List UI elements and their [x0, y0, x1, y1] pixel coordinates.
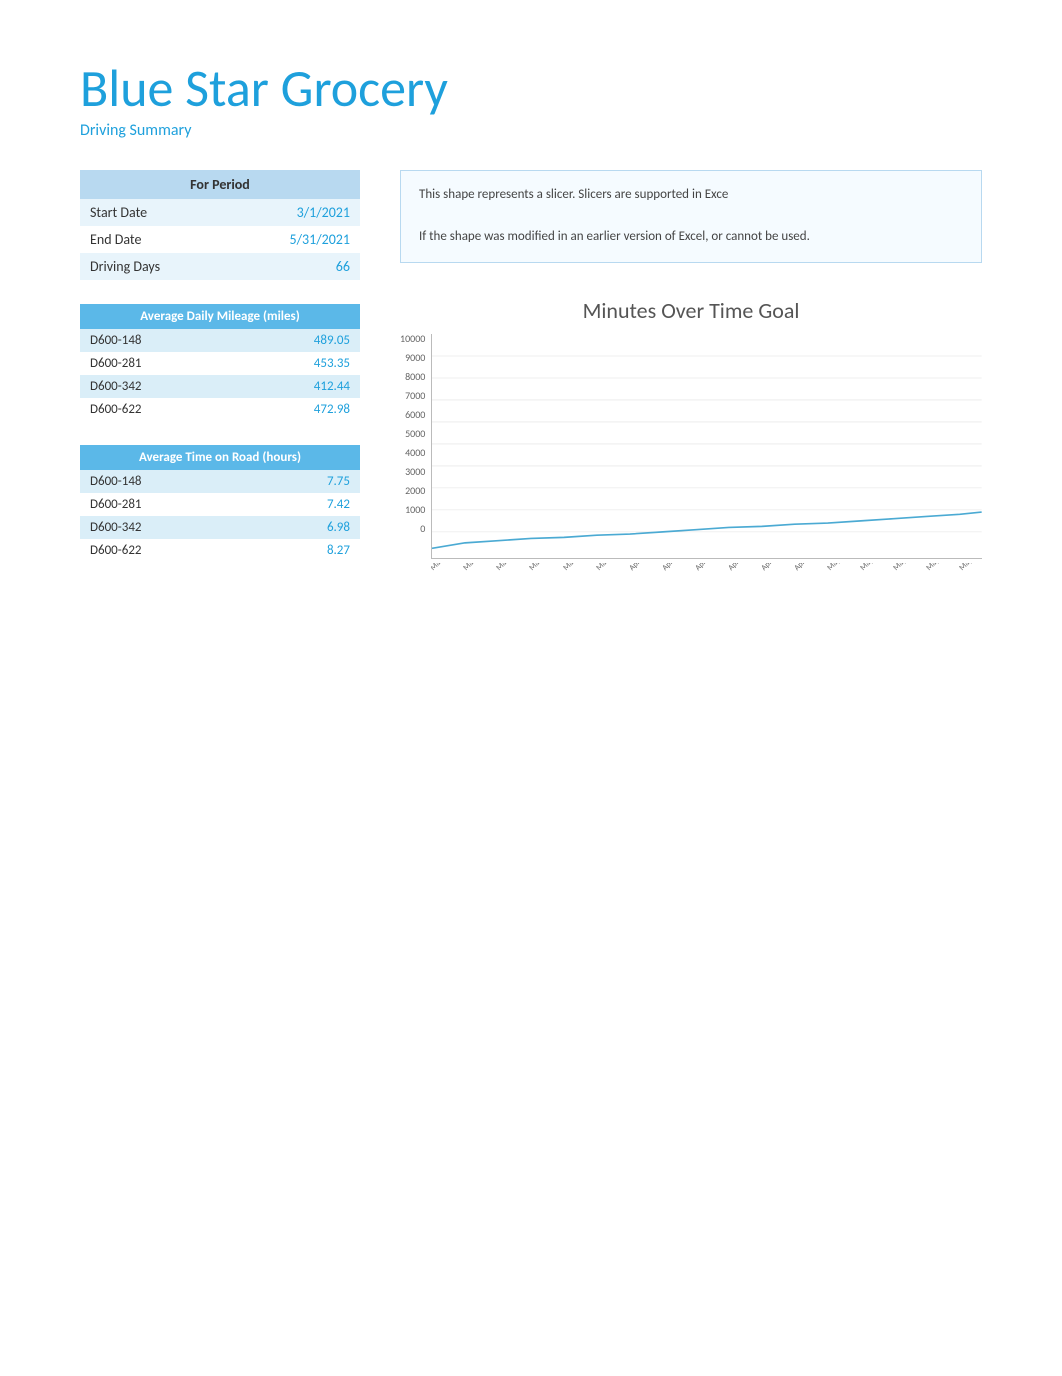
time-row-0-value: 7.75 — [255, 470, 360, 493]
time-row-2-label: D600-342 — [80, 516, 255, 539]
time-row-3-label: D600-622 — [80, 539, 255, 562]
y-label-1000: 1000 — [405, 505, 425, 515]
mileage-row-1-label: D600-281 — [80, 352, 237, 375]
y-label-10000: 10000 — [400, 334, 425, 344]
time-row-0-label: D600-148 — [80, 470, 255, 493]
x-label-mar17: Mar 17 — [528, 563, 552, 573]
x-label-mar05: Mar 05 — [462, 563, 486, 573]
time-row-1-label: D600-281 — [80, 493, 255, 516]
company-title: Blue Star Grocery — [80, 60, 982, 117]
slicer-line1: This shape represents a slicer. Slicers … — [419, 185, 963, 206]
driving-days-value: 66 — [228, 253, 360, 280]
x-label-may06: May 06 — [825, 563, 849, 573]
x-label-mar01: Mar 01 — [431, 563, 452, 573]
x-label-may24: May 24 — [924, 563, 948, 573]
left-panel: For Period Start Date 3/1/2021 End Date … — [80, 170, 360, 586]
x-label-may12: May 12 — [858, 563, 882, 573]
x-label-apr08: Apr 08 — [660, 563, 682, 573]
driving-days-label: Driving Days — [80, 253, 228, 280]
x-label-may28: May 28 — [957, 563, 981, 573]
x-label-mar29: Mar 29 — [594, 563, 618, 573]
time-table-header: Average Time on Road (hours) — [80, 445, 360, 470]
x-label-apr20: Apr 20 — [726, 563, 748, 573]
x-axis-labels: Mar 01 Mar 05 Mar 11 Mar 17 Mar 23 Mar 2… — [431, 563, 982, 623]
time-row-3-value: 8.27 — [255, 539, 360, 562]
y-label-0: 0 — [420, 524, 425, 534]
time-row-2-value: 6.98 — [255, 516, 360, 539]
mileage-row-2-label: D600-342 — [80, 375, 237, 398]
chart-container: Minutes Over Time Goal 10000 9000 8000 7… — [400, 287, 982, 624]
y-label-2000: 2000 — [405, 486, 425, 496]
time-table: Average Time on Road (hours) D600-148 7.… — [80, 445, 360, 562]
y-axis: 10000 9000 8000 7000 6000 5000 4000 3000… — [400, 334, 431, 534]
x-label-apr02: Apr 02 — [627, 563, 649, 573]
y-label-5000: 5000 — [405, 429, 425, 439]
chart-title: Minutes Over Time Goal — [400, 297, 982, 324]
x-label-mar11: Mar 11 — [495, 563, 519, 573]
period-table-header: For Period — [80, 170, 360, 199]
mileage-row-1-value: 453.35 — [237, 352, 360, 375]
start-date-label: Start Date — [80, 199, 228, 226]
y-label-8000: 8000 — [405, 372, 425, 382]
x-label-apr30: Apr 30 — [792, 563, 814, 573]
time-row-1-value: 7.42 — [255, 493, 360, 516]
x-label-apr14: Apr 14 — [693, 563, 715, 573]
y-label-9000: 9000 — [405, 353, 425, 363]
end-date-label: End Date — [80, 226, 228, 253]
mileage-row-0-value: 489.05 — [237, 329, 360, 352]
mileage-table-header: Average Daily Mileage (miles) — [80, 304, 360, 329]
report-subtitle: Driving Summary — [80, 121, 982, 140]
slicer-line2: If the shape was modified in an earlier … — [419, 227, 963, 248]
x-label-apr26: Apr 26 — [759, 563, 781, 573]
y-label-7000: 7000 — [405, 391, 425, 401]
y-label-4000: 4000 — [405, 448, 425, 458]
mileage-row-3-value: 472.98 — [237, 398, 360, 421]
mileage-row-2-value: 412.44 — [237, 375, 360, 398]
period-table: For Period Start Date 3/1/2021 End Date … — [80, 170, 360, 280]
mileage-row-3-label: D600-622 — [80, 398, 237, 421]
x-label-may18: May 18 — [891, 563, 915, 573]
end-date-value: 5/31/2021 — [228, 226, 360, 253]
chart-svg — [432, 334, 982, 554]
mileage-table: Average Daily Mileage (miles) D600-148 4… — [80, 304, 360, 421]
slicer-notice: This shape represents a slicer. Slicers … — [400, 170, 982, 262]
main-content: For Period Start Date 3/1/2021 End Date … — [80, 170, 982, 623]
page-container: Blue Star Grocery Driving Summary For Pe… — [0, 0, 1062, 683]
right-panel: This shape represents a slicer. Slicers … — [400, 170, 982, 623]
start-date-value: 3/1/2021 — [228, 199, 360, 226]
chart-plot — [431, 334, 982, 560]
y-label-3000: 3000 — [405, 467, 425, 477]
mileage-row-0-label: D600-148 — [80, 329, 237, 352]
x-label-mar23: Mar 23 — [561, 563, 585, 573]
y-label-6000: 6000 — [405, 410, 425, 420]
